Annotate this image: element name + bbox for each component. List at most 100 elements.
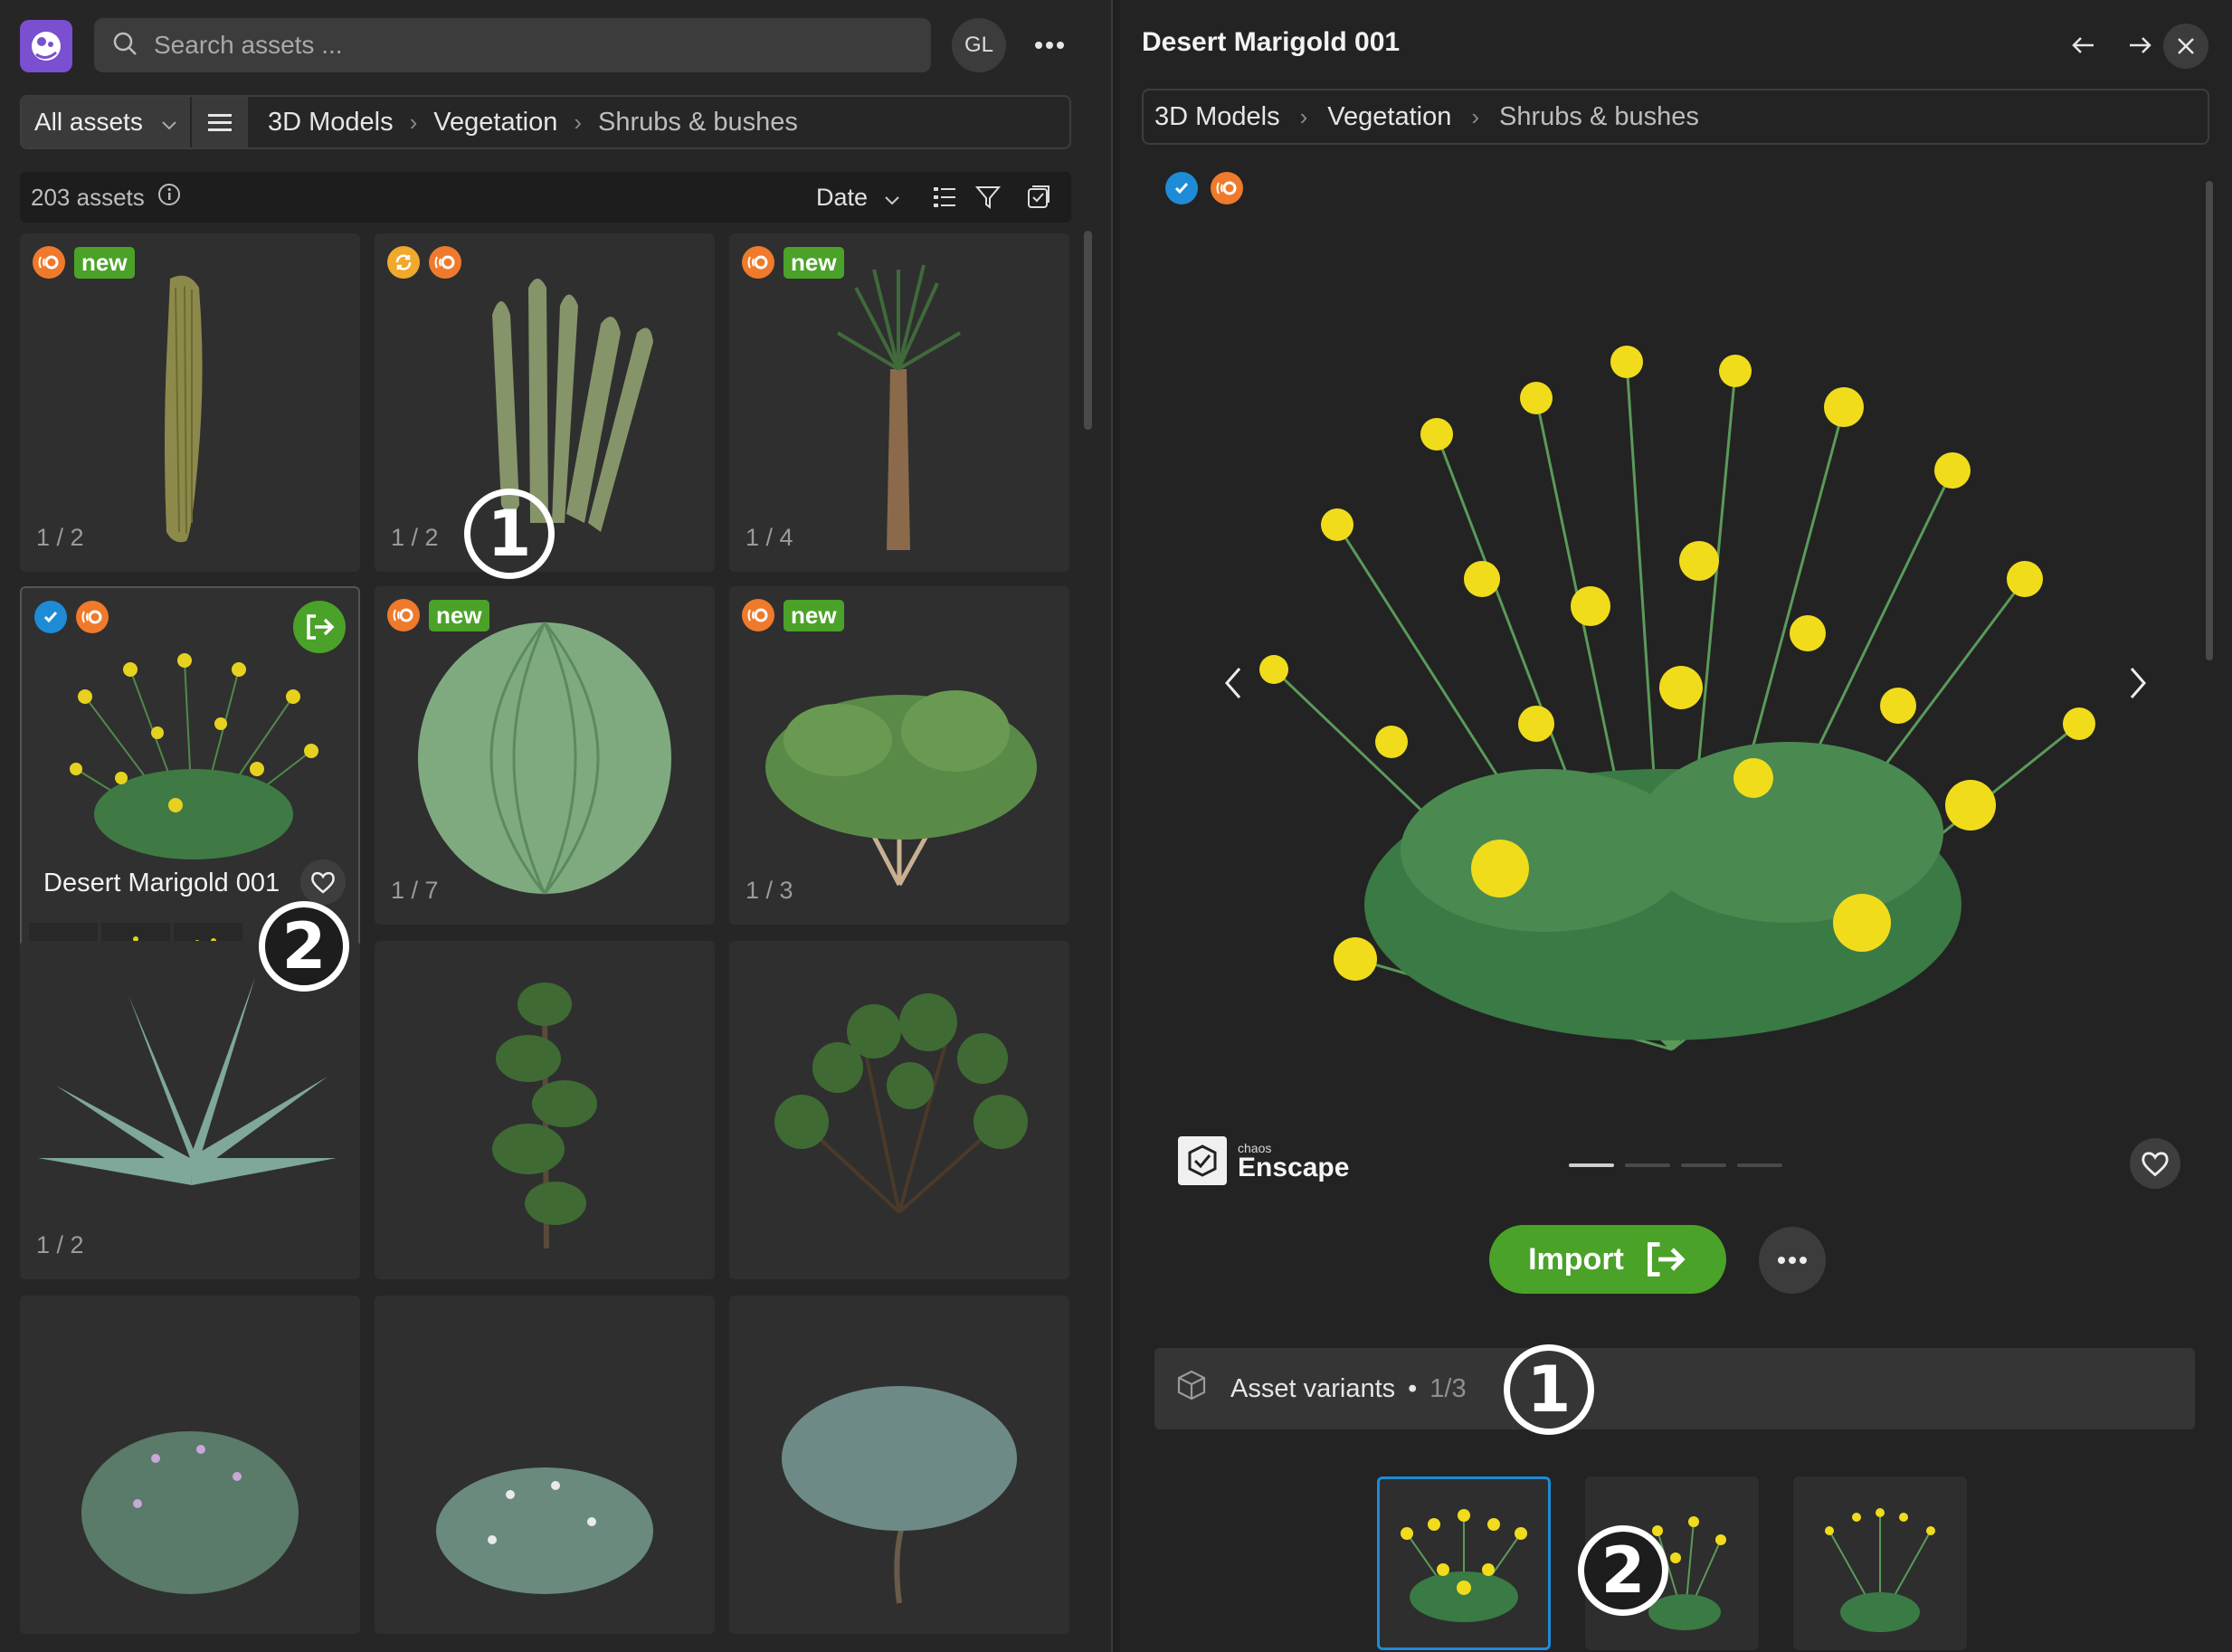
breadcrumb-vegetation[interactable]: Vegetation (1327, 102, 1451, 132)
variant-counter: 1 / 2 (36, 524, 84, 551)
badge-row: new (742, 599, 844, 631)
list-view-icon (934, 187, 955, 207)
chevron-right-icon: › (574, 108, 583, 136)
enscape-badge-icon (76, 601, 109, 633)
quick-import-button[interactable] (293, 601, 346, 653)
variant-thumbnail[interactable] (1793, 1476, 1967, 1650)
asset-thumbnail (836, 264, 962, 550)
asset-thumbnail (81, 1431, 299, 1594)
detail-badges (1165, 172, 1243, 204)
asset-card[interactable] (375, 1296, 715, 1634)
asset-card[interactable] (729, 941, 1069, 1279)
breadcrumb-shrubs[interactable]: Shrubs & bushes (1499, 102, 1699, 132)
asset-card[interactable]: new 1 / 7 (375, 586, 715, 925)
scope-dropdown[interactable]: All assets (22, 97, 190, 147)
new-tag: new (74, 246, 135, 279)
search-box[interactable] (94, 18, 931, 72)
chevron-right-icon (2130, 668, 2146, 698)
arrow-right-icon (2130, 37, 2151, 53)
badge-row: new (387, 599, 489, 631)
favorite-button[interactable] (2130, 1138, 2180, 1189)
chevron-right-icon: › (1299, 102, 1308, 130)
view-list-button[interactable] (928, 181, 961, 214)
breadcrumb-shrubs[interactable]: Shrubs & bushes (598, 108, 798, 138)
breadcrumb-3d-models[interactable]: 3D Models (1154, 102, 1280, 132)
badge-row (387, 246, 461, 279)
carousel-dot[interactable] (1681, 1163, 1726, 1167)
user-avatar[interactable]: GL (952, 18, 1006, 72)
search-input[interactable] (152, 30, 894, 61)
cube-icon (1174, 1368, 1209, 1410)
filter-bar: All assets 3D Models › Vegetation › Shru… (20, 95, 1071, 149)
asset-thumbnail (765, 690, 1037, 887)
previous-asset-button[interactable] (2061, 24, 2104, 67)
chevron-left-icon (1225, 668, 1241, 698)
asset-variants-header[interactable]: Asset variants • 1/3 (1154, 1348, 2195, 1429)
asset-card[interactable]: new 1 / 2 (20, 233, 360, 572)
asset-card[interactable]: 1 / 2 (20, 941, 360, 1279)
asset-thumbnail (165, 275, 203, 543)
asset-card[interactable] (729, 1296, 1069, 1634)
asset-card[interactable]: new 1 / 3 (729, 586, 1069, 925)
sort-label: Date (816, 183, 869, 211)
breadcrumb-vegetation[interactable]: Vegetation (433, 108, 557, 138)
carousel-dot[interactable] (1737, 1163, 1782, 1167)
enscape-badge-icon (33, 246, 65, 279)
asset-browser-panel: GL All assets 3D Models › Vegetation › S… (0, 0, 1111, 1652)
enscape-badge-icon (1211, 172, 1243, 204)
asset-detail-panel: Desert Marigold 001 3D Models › Vegetati… (1120, 0, 2232, 1652)
next-asset-button[interactable] (2119, 24, 2162, 67)
panel-divider[interactable] (1111, 0, 1120, 1652)
annotation-marker-2: 2 (1578, 1525, 1668, 1616)
sort-dropdown[interactable]: Date (816, 184, 900, 212)
app-logo-icon[interactable] (20, 20, 72, 72)
enscape-logo: chaos Enscape (1178, 1136, 1349, 1185)
import-button[interactable]: Import (1489, 1225, 1726, 1294)
carousel-dot[interactable] (1625, 1163, 1670, 1167)
variant-thumbnail-selected[interactable] (1377, 1476, 1551, 1650)
chevron-down-icon (884, 184, 900, 212)
annotation-marker-1: 1 (1504, 1344, 1594, 1435)
check-circle-icon (1165, 172, 1198, 204)
scrollbar[interactable] (2206, 181, 2213, 660)
info-icon[interactable] (157, 183, 181, 213)
chevron-right-icon: › (409, 108, 418, 136)
variants-label: Asset variants (1230, 1373, 1396, 1403)
asset-card[interactable] (20, 1296, 360, 1634)
asset-preview-image (1259, 346, 2095, 1051)
asset-card[interactable]: new 1 / 4 (729, 233, 1069, 572)
arrow-left-icon (2072, 37, 2094, 53)
user-initials: GL (964, 33, 993, 57)
more-options-button[interactable] (1759, 1227, 1826, 1294)
asset-card[interactable] (375, 941, 715, 1279)
variant-counter: 1 / 4 (746, 524, 793, 551)
results-bar: 203 assets Date (20, 172, 1071, 223)
enscape-badge-icon (742, 599, 774, 631)
close-icon (2178, 38, 2194, 54)
brand-name: Enscape (1238, 1153, 1350, 1182)
detail-breadcrumb: 3D Models › Vegetation › Shrubs & bushes (1142, 89, 2209, 145)
carousel-next-button[interactable] (2115, 660, 2161, 706)
carousel-dot[interactable] (1569, 1163, 1614, 1167)
variant-thumbnails (1377, 1476, 1967, 1650)
annotation-label: 2 (1600, 1533, 1646, 1608)
asset-thumbnail (38, 977, 337, 1185)
breadcrumb-3d-models[interactable]: 3D Models (268, 108, 394, 138)
breadcrumb: 3D Models › Vegetation › Shrubs & bushes (248, 108, 798, 138)
list-icon (208, 114, 232, 131)
variant-counter: 1 / 2 (36, 1231, 84, 1258)
filter-button[interactable] (972, 181, 1004, 214)
annotation-label: 1 (1526, 1353, 1572, 1427)
carousel-prev-button[interactable] (1211, 660, 1256, 706)
select-button[interactable] (1022, 181, 1055, 214)
more-horizontal-icon (1778, 1257, 1807, 1264)
enscape-badge-icon (742, 246, 774, 279)
close-button[interactable] (2163, 24, 2208, 69)
variant-counter: 1 / 7 (391, 877, 439, 904)
favorite-button[interactable] (300, 859, 346, 905)
category-list-button[interactable] (190, 97, 248, 147)
enscape-badge-icon (387, 599, 420, 631)
import-icon (1647, 1242, 1686, 1277)
scrollbar[interactable] (1084, 231, 1092, 430)
more-menu-button[interactable] (1022, 18, 1077, 72)
